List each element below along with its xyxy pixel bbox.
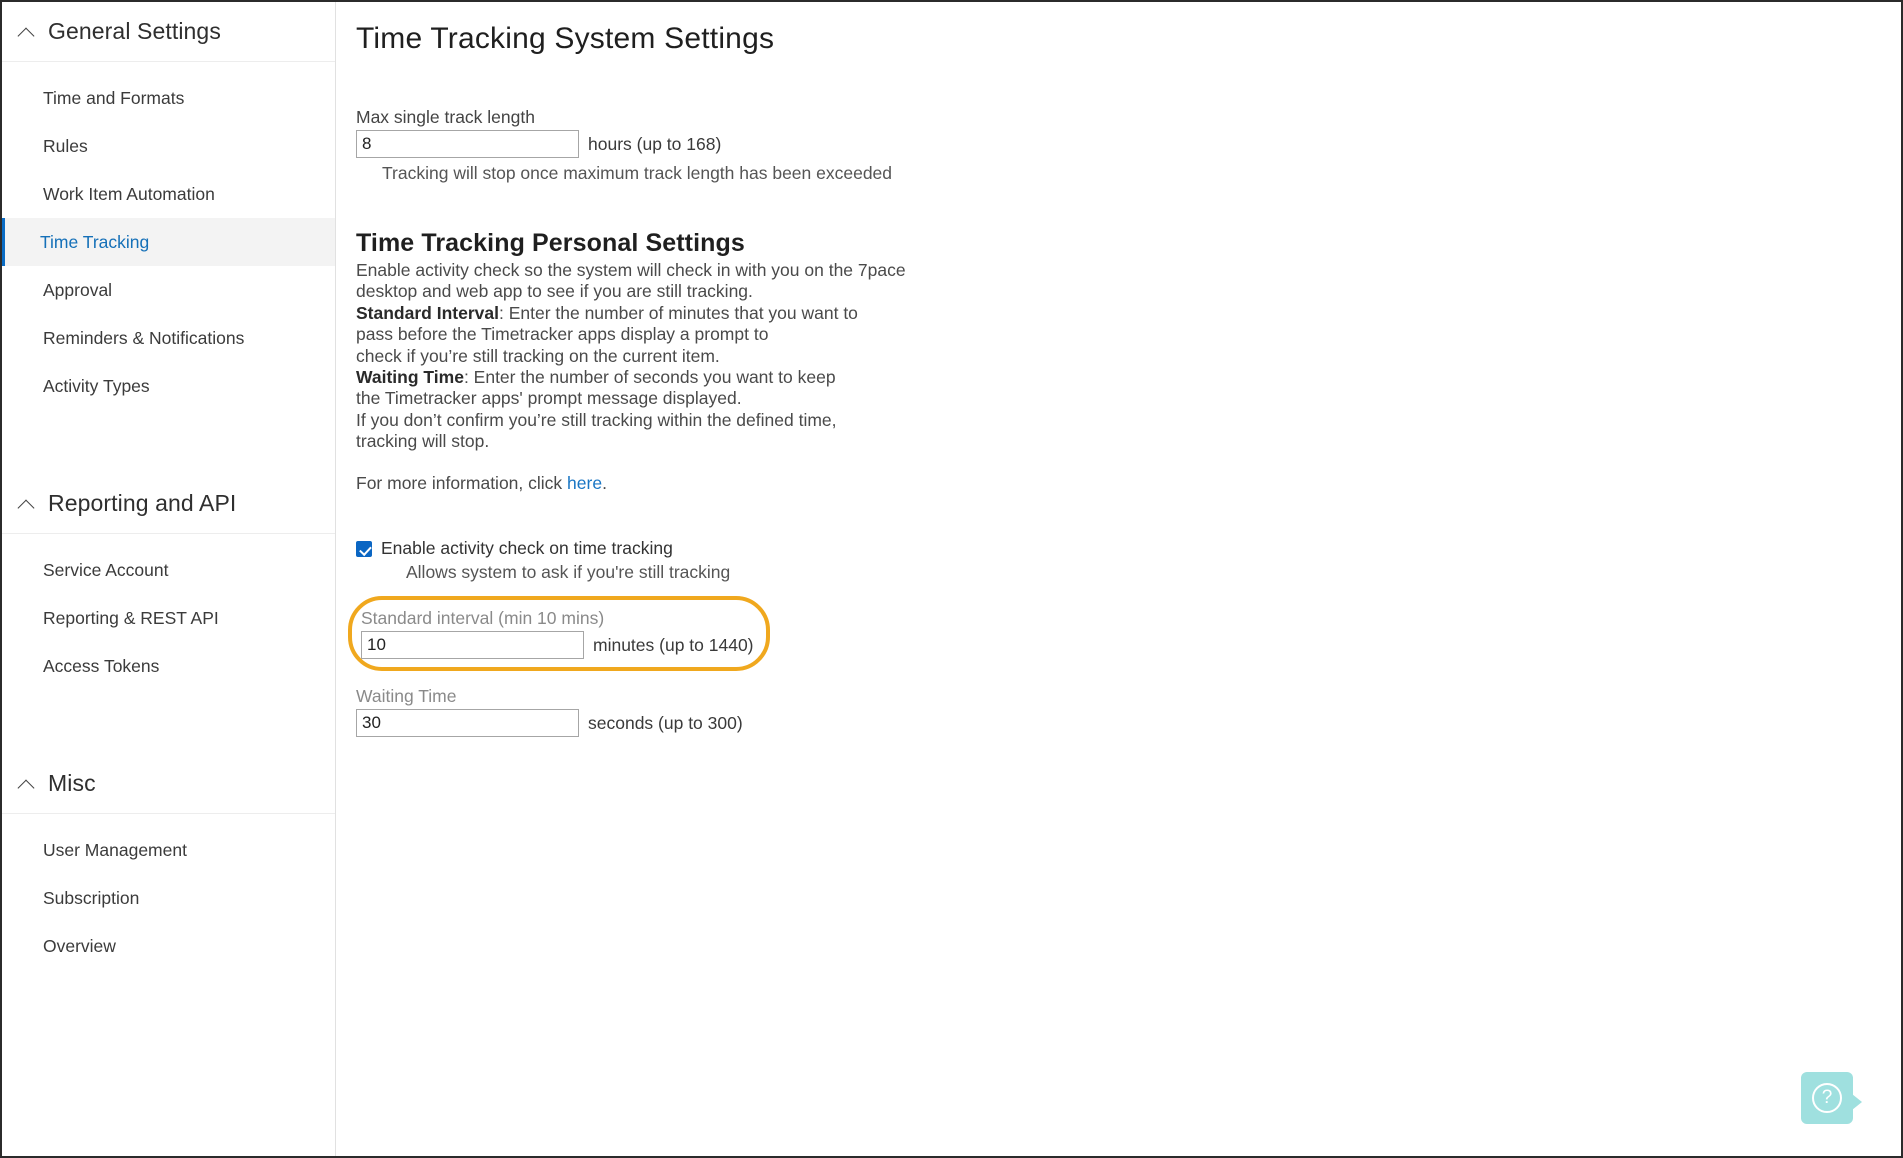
waiting-time-label: Waiting Time xyxy=(356,686,457,707)
more-information-line: For more information, click here. xyxy=(356,473,1356,494)
sidebar-item-time-tracking[interactable]: Time Tracking xyxy=(2,218,335,266)
page-title: Time Tracking System Settings xyxy=(356,22,775,55)
enable-activity-check-row[interactable]: Enable activity check on time tracking xyxy=(356,537,1356,560)
sidebar-item-label: Activity Types xyxy=(43,375,150,396)
personal-settings-block: Time Tracking Personal Settings Enable a… xyxy=(356,229,1356,494)
standard-interval-suffix: minutes (up to 1440) xyxy=(593,634,754,655)
more-info-link[interactable]: here xyxy=(567,473,602,493)
sidebar-item-overview[interactable]: Overview xyxy=(2,922,335,970)
nav-group-title: Misc xyxy=(48,770,96,796)
settings-window: General Settings Time and Formats Rules … xyxy=(0,0,1903,1158)
sidebar-item-label: Reporting & REST API xyxy=(43,607,219,628)
enable-activity-check-block: Enable activity check on time tracking A… xyxy=(356,537,1356,584)
nav-group-general-settings: General Settings Time and Formats Rules … xyxy=(2,2,335,410)
max-track-length-input[interactable] xyxy=(356,130,579,158)
sidebar-item-subscription[interactable]: Subscription xyxy=(2,874,335,922)
nav-group-title: Reporting and API xyxy=(48,490,237,516)
waiting-time-desc-line-3: If you don’t confirm you’re still tracki… xyxy=(356,409,837,430)
settings-main-panel: Time Tracking System Settings Max single… xyxy=(336,2,1901,1156)
sidebar-item-label: Time Tracking xyxy=(40,231,150,252)
sidebar-item-label: Approval xyxy=(43,279,113,300)
enable-activity-check-label: Enable activity check on time tracking xyxy=(381,538,673,559)
standard-interval-highlight-ring: Standard interval (min 10 mins) minutes … xyxy=(348,596,770,672)
sidebar-item-service-account[interactable]: Service Account xyxy=(2,546,335,594)
max-track-length-hint: Tracking will stop once maximum track le… xyxy=(382,163,893,183)
sidebar-item-work-item-automation[interactable]: Work Item Automation xyxy=(2,170,335,218)
chevron-up-icon xyxy=(16,773,38,795)
nav-group-title: General Settings xyxy=(48,18,221,44)
standard-interval-desc-line-3: check if you’re still tracking on the cu… xyxy=(356,345,720,366)
more-info-suffix: . xyxy=(602,472,607,493)
desc-line: Enable activity check so the system will… xyxy=(356,260,906,280)
sidebar-item-user-management[interactable]: User Management xyxy=(2,826,335,874)
waiting-time-field-block: Waiting Time seconds (up to 300) xyxy=(356,685,1356,738)
personal-settings-title: Time Tracking Personal Settings xyxy=(356,229,745,257)
nav-group-header-misc[interactable]: Misc xyxy=(2,754,335,814)
waiting-time-term: Waiting Time xyxy=(356,367,464,388)
sidebar-item-reminders-notifications[interactable]: Reminders & Notifications xyxy=(2,314,335,362)
more-info-prefix: For more information, click xyxy=(356,472,568,493)
max-track-length-row: hours (up to 168) xyxy=(356,130,1356,158)
sidebar-item-label: Reminders & Notifications xyxy=(43,327,245,348)
sidebar-item-label: Overview xyxy=(43,935,116,956)
standard-interval-desc: : Enter the number of minutes that you w… xyxy=(498,302,858,323)
standard-interval-desc-line-2: pass before the Timetracker apps display… xyxy=(356,324,769,345)
sidebar-item-label: Rules xyxy=(43,135,88,156)
sidebar-item-label: Work Item Automation xyxy=(43,183,215,204)
settings-sidebar: General Settings Time and Formats Rules … xyxy=(2,2,336,1156)
sidebar-item-reporting-rest-api[interactable]: Reporting & REST API xyxy=(2,594,335,642)
sidebar-item-label: Access Tokens xyxy=(43,655,160,676)
waiting-time-input[interactable] xyxy=(356,709,579,738)
desc-line: desktop and web app to see if you are st… xyxy=(356,281,753,302)
sidebar-item-label: Time and Formats xyxy=(43,87,185,108)
waiting-time-desc: : Enter the number of seconds you want t… xyxy=(463,367,836,388)
settings-content: Time Tracking System Settings Max single… xyxy=(348,2,1356,738)
waiting-time-desc-line-4: tracking will stop. xyxy=(356,431,490,452)
sidebar-item-approval[interactable]: Approval xyxy=(2,266,335,314)
standard-interval-label: Standard interval (min 10 mins) xyxy=(361,608,605,629)
waiting-time-suffix: seconds (up to 300) xyxy=(588,712,743,733)
max-track-length-suffix: hours (up to 168) xyxy=(588,133,722,154)
chevron-up-icon xyxy=(16,493,38,515)
sidebar-item-rules[interactable]: Rules xyxy=(2,122,335,170)
enable-activity-check-sublabel: Allows system to ask if you're still tra… xyxy=(406,562,731,583)
nav-group-header-general-settings[interactable]: General Settings xyxy=(2,2,335,62)
standard-interval-row: minutes (up to 1440) xyxy=(361,631,754,660)
question-mark-icon: ? xyxy=(1812,1083,1842,1113)
waiting-time-row: seconds (up to 300) xyxy=(356,709,1356,738)
nav-group-reporting-and-api: Reporting and API Service Account Report… xyxy=(2,474,335,690)
nav-group-header-reporting-and-api[interactable]: Reporting and API xyxy=(2,474,335,534)
sidebar-item-time-and-formats[interactable]: Time and Formats xyxy=(2,74,335,122)
personal-settings-description: Enable activity check so the system will… xyxy=(356,260,1356,453)
chevron-up-icon xyxy=(16,21,38,43)
max-track-length-field-block: Max single track length hours (up to 168… xyxy=(356,106,1356,185)
nav-group-misc: Misc User Management Subscription Overvi… xyxy=(2,754,335,970)
help-button[interactable]: ? xyxy=(1801,1072,1862,1124)
waiting-time-desc-line-1: Waiting Time: Enter the number of second… xyxy=(356,367,1356,388)
waiting-time-desc-line-2: the Timetracker apps' prompt message dis… xyxy=(356,388,742,409)
sidebar-item-access-tokens[interactable]: Access Tokens xyxy=(2,642,335,690)
standard-interval-desc-line-1: Standard Interval: Enter the number of m… xyxy=(356,303,1356,324)
sidebar-item-label: Service Account xyxy=(43,559,169,580)
standard-interval-input[interactable] xyxy=(361,631,584,660)
sidebar-item-activity-types[interactable]: Activity Types xyxy=(2,362,335,410)
enable-activity-check-checkbox[interactable] xyxy=(356,541,372,558)
max-track-length-label: Max single track length xyxy=(356,107,535,127)
sidebar-item-label: User Management xyxy=(43,839,187,860)
standard-interval-term: Standard Interval xyxy=(356,302,499,323)
sidebar-item-label: Subscription xyxy=(43,887,140,908)
